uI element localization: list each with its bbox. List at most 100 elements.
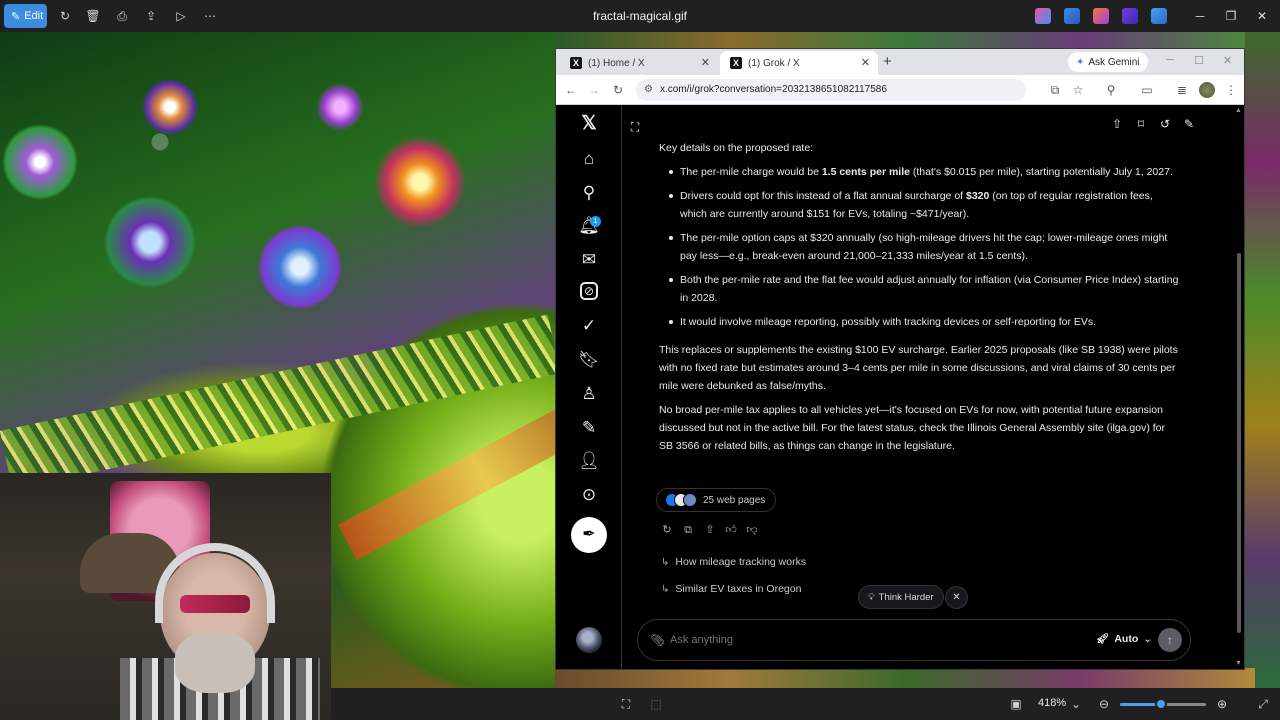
- followup-suggestion[interactable]: ↳ Similar EV taxes in Oregon: [661, 583, 801, 595]
- scroll-up-icon[interactable]: ▲: [1235, 107, 1242, 114]
- new-chat-icon[interactable]: ✎: [1182, 117, 1196, 131]
- expand-icon[interactable]: ⛶: [628, 120, 642, 134]
- bookmarks-icon[interactable]: 🔖︎: [578, 349, 600, 371]
- chrome-menu-icon[interactable]: ⋮: [1223, 82, 1239, 98]
- minimize-icon[interactable]: ─: [1192, 8, 1208, 24]
- extensions-icon[interactable]: ⚲: [1103, 82, 1119, 98]
- answer-bullet: It would involve mileage reporting, poss…: [659, 313, 1179, 331]
- new-tab-icon[interactable]: +: [883, 53, 892, 70]
- page-scrollbar[interactable]: ▲ ▼: [1233, 105, 1244, 669]
- fractal-edge-top: [555, 32, 1255, 48]
- mode-label: Auto: [1114, 632, 1139, 645]
- photo-viewer-toolbar: ✎ Edit ↻ 🗑 ⎙ ⇪ ▷ ⋯ fractal-magical.gif ─…: [0, 0, 1280, 32]
- tab-label: (1) Home / X: [588, 57, 645, 69]
- site-settings-icon[interactable]: ⚙: [644, 79, 653, 101]
- notification-badge: 1: [590, 216, 601, 227]
- profile-avatar-icon[interactable]: [1199, 82, 1215, 98]
- ask-input[interactable]: [670, 630, 1050, 650]
- compose-post-button[interactable]: ✒: [571, 517, 607, 553]
- tab-strip: X (1) Home / X ✕ X (1) Grok / X ✕ + ✦ As…: [556, 49, 1244, 75]
- rocket-icon: 🚀︎: [1096, 633, 1110, 645]
- gemini-label: Ask Gemini: [1088, 56, 1140, 68]
- think-harder-button[interactable]: 💡︎ Think Harder: [858, 585, 944, 609]
- bookmark-icon[interactable]: ⌑: [1134, 117, 1148, 131]
- paint-icon[interactable]: [1093, 8, 1109, 24]
- x-logo-icon[interactable]: 𝕏: [578, 113, 600, 135]
- sources-label: 25 web pages: [703, 494, 766, 506]
- close-icon[interactable]: ✕: [1254, 8, 1270, 24]
- fullscreen-icon[interactable]: ⤢: [1256, 697, 1270, 711]
- ask-gemini-button[interactable]: ✦ Ask Gemini: [1068, 52, 1148, 72]
- zoom-in-icon[interactable]: ⊕: [1215, 697, 1229, 711]
- copy-icon[interactable]: ⧉: [681, 523, 695, 537]
- install-app-icon[interactable]: ⧉: [1047, 82, 1063, 98]
- copilot-icon[interactable]: [1035, 8, 1051, 24]
- tab-home[interactable]: X (1) Home / X ✕: [560, 51, 718, 75]
- answer-bullet: Drivers could opt for this instead of a …: [659, 187, 1179, 223]
- followup-suggestion[interactable]: ↳ How mileage tracking works: [661, 556, 806, 568]
- share-upload-icon[interactable]: ⇧: [1110, 117, 1124, 131]
- answer-paragraph: This replaces or supplements the existin…: [659, 344, 1178, 392]
- clipchamp-icon[interactable]: [1122, 8, 1138, 24]
- x-page: 𝕏 ⌂ ⚲ 🔔︎ 1 ✉ ⊘ ✓ 🔖︎ ♙ ✎ 👤︎ ⊙ ✒ ⛶ ⇧ ⌑ ↺ ✎…: [556, 105, 1244, 669]
- split-view-icon[interactable]: ▭: [1139, 82, 1155, 98]
- fractal-edge-right: [1245, 32, 1280, 688]
- browser-close-icon[interactable]: ✕: [1223, 54, 1232, 67]
- share-icon[interactable]: ⇧: [703, 523, 717, 537]
- profile-icon[interactable]: 👤︎: [578, 450, 600, 472]
- scroll-thumb[interactable]: [1237, 253, 1241, 633]
- browser-maximize-icon[interactable]: ☐: [1194, 54, 1204, 67]
- messages-icon[interactable]: ✉: [578, 249, 600, 271]
- tab-grok[interactable]: X (1) Grok / X ✕: [720, 51, 878, 75]
- back-icon[interactable]: ←: [563, 82, 579, 98]
- chevron-down-icon: ⌄: [1143, 632, 1153, 645]
- home-icon[interactable]: ⌂: [578, 148, 600, 170]
- bookmark-star-icon[interactable]: ☆: [1070, 82, 1086, 98]
- dismiss-think-harder-icon[interactable]: ✕: [945, 586, 968, 609]
- ocr-icon[interactable]: ⬚: [649, 697, 663, 711]
- scroll-down-icon[interactable]: ▼: [1235, 660, 1242, 667]
- zoom-slider-thumb[interactable]: [1155, 698, 1168, 710]
- more-icon[interactable]: ⊙: [578, 484, 600, 506]
- explore-search-icon[interactable]: ⚲: [578, 182, 600, 204]
- zoom-slider[interactable]: [1120, 698, 1206, 710]
- file-title: fractal-magical.gif: [592, 9, 688, 23]
- history-icon[interactable]: ↺: [1158, 117, 1172, 131]
- tab-close-icon[interactable]: ✕: [861, 56, 870, 69]
- source-favicons: [665, 493, 697, 507]
- reload-icon[interactable]: ↻: [610, 82, 626, 98]
- grok-icon[interactable]: ⊘: [580, 282, 598, 300]
- verified-icon[interactable]: ✓: [578, 315, 600, 337]
- attach-icon[interactable]: 📎︎: [650, 633, 665, 647]
- zoom-dropdown-chevron-icon[interactable]: ⌄: [1069, 697, 1083, 711]
- account-avatar[interactable]: [576, 627, 602, 653]
- followup-label: How mileage tracking works: [675, 556, 807, 568]
- zoom-level[interactable]: 418%: [1038, 697, 1066, 709]
- select-region-icon[interactable]: ⛶: [619, 697, 633, 711]
- zoom-out-icon[interactable]: ⊖: [1097, 697, 1111, 711]
- address-bar[interactable]: ⚙ x.com/i/grok?conversation=203213865108…: [636, 79, 1026, 101]
- maximize-icon[interactable]: ❐: [1223, 8, 1239, 24]
- fit-to-window-icon[interactable]: ▣: [1009, 697, 1023, 711]
- cloud-icon[interactable]: [1151, 8, 1167, 24]
- followup-arrow-icon: ↳: [661, 583, 670, 595]
- x-favicon-icon: X: [730, 57, 742, 69]
- browser-minimize-icon[interactable]: ─: [1166, 54, 1174, 66]
- thumbs-up-icon[interactable]: 👍︎: [724, 523, 738, 537]
- followup-arrow-icon: ↳: [661, 556, 670, 568]
- send-button[interactable]: ↑: [1158, 628, 1182, 652]
- regenerate-icon[interactable]: ↻: [660, 523, 674, 537]
- ask-bar: 📎︎ 🚀︎ Auto ⌄ ↑: [637, 619, 1191, 661]
- web-sources-button[interactable]: 25 web pages: [656, 488, 777, 512]
- tab-close-icon[interactable]: ✕: [701, 56, 710, 69]
- think-harder-label: Think Harder: [878, 591, 934, 603]
- thumbs-down-icon[interactable]: 👎︎: [745, 523, 759, 537]
- articles-icon[interactable]: ✎: [578, 417, 600, 439]
- forward-icon[interactable]: →: [586, 82, 602, 98]
- answer-bullet: The per-mile charge would be 1.5 cents p…: [659, 163, 1179, 181]
- pen-app-icon[interactable]: [1064, 8, 1080, 24]
- jobs-icon[interactable]: ♙: [578, 383, 600, 405]
- mode-selector[interactable]: 🚀︎ Auto ⌄: [1096, 632, 1153, 646]
- reading-list-icon[interactable]: ≣: [1174, 82, 1190, 98]
- browser-window: X (1) Home / X ✕ X (1) Grok / X ✕ + ✦ As…: [555, 48, 1245, 670]
